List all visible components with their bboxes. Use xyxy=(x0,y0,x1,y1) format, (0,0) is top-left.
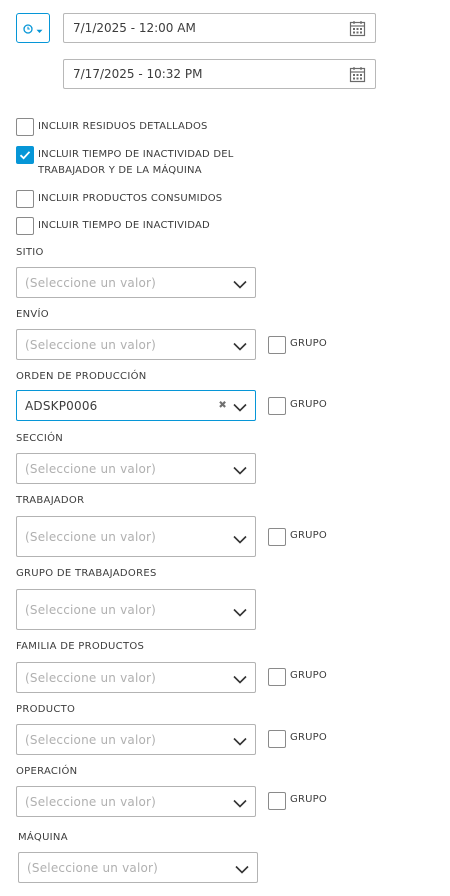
chevron-down-icon xyxy=(233,464,247,478)
section-label: SECCIÓN xyxy=(16,433,64,444)
worker-placeholder: (Seleccione un valor) xyxy=(25,529,157,544)
chevron-down-icon xyxy=(233,606,247,620)
production-order-label: ORDEN DE PRODUCCIÓN xyxy=(16,371,147,382)
product-select[interactable]: (Seleccione un valor) xyxy=(16,724,256,755)
product-family-label: FAMILIA DE PRODUCTOS xyxy=(16,641,145,652)
product-family-group-label: GRUPO xyxy=(290,670,327,681)
include-idle-time-label: INCLUIR TIEMPO DE INACTIVIDAD xyxy=(38,220,210,231)
caret-down-icon xyxy=(36,19,43,38)
checkmark-icon xyxy=(17,147,33,163)
worker-label: TRABAJADOR xyxy=(16,495,85,506)
worker-group-checkbox[interactable] xyxy=(268,528,286,546)
operation-group-label: GRUPO xyxy=(290,794,327,805)
production-order-group-label: GRUPO xyxy=(290,399,327,410)
include-detailed-waste-checkbox[interactable] xyxy=(16,118,34,136)
operation-select[interactable]: (Seleccione un valor) xyxy=(16,786,256,817)
chevron-down-icon xyxy=(235,863,249,877)
site-label: SITIO xyxy=(16,247,44,258)
include-idle-time-checkbox[interactable] xyxy=(16,217,34,235)
label-line-1: INCLUIR TIEMPO DE INACTIVIDAD DEL xyxy=(38,149,234,160)
product-placeholder: (Seleccione un valor) xyxy=(25,732,157,747)
calendar-icon[interactable] xyxy=(349,66,366,86)
end-date-input[interactable]: 7/17/2025 - 10:32 PM xyxy=(63,59,376,89)
section-select[interactable]: (Seleccione un valor) xyxy=(16,453,256,484)
worker-group-select[interactable]: (Seleccione un valor) xyxy=(16,589,256,630)
worker-group-label: GRUPO xyxy=(290,530,327,541)
product-group-checkbox[interactable] xyxy=(268,730,286,748)
operation-group-checkbox[interactable] xyxy=(268,792,286,810)
include-detailed-waste-label: INCLUIR RESIDUOS DETALLADOS xyxy=(38,121,208,132)
include-idle-time-worker-machine-checkbox[interactable] xyxy=(16,146,34,164)
operation-label: OPERACIÓN xyxy=(16,766,78,777)
include-consumed-products-label: INCLUIR PRODUCTOS CONSUMIDOS xyxy=(38,193,223,204)
clock-icon xyxy=(23,19,33,38)
section-placeholder: (Seleccione un valor) xyxy=(25,461,157,476)
machine-placeholder: (Seleccione un valor) xyxy=(27,860,159,875)
machine-select[interactable]: (Seleccione un valor) xyxy=(18,852,258,883)
production-order-value: ADSKP0006 xyxy=(25,398,98,413)
shipment-group-checkbox[interactable] xyxy=(268,336,286,354)
site-select[interactable]: (Seleccione un valor) xyxy=(16,267,256,298)
worker-select[interactable]: (Seleccione un valor) xyxy=(16,516,256,557)
clear-icon[interactable]: ✖ xyxy=(218,400,227,411)
chevron-down-icon xyxy=(233,278,247,292)
time-mode-dropdown-button[interactable] xyxy=(16,13,50,43)
site-placeholder: (Seleccione un valor) xyxy=(25,275,157,290)
product-group-label: GRUPO xyxy=(290,732,327,743)
calendar-icon[interactable] xyxy=(349,20,366,40)
chevron-down-icon xyxy=(233,735,247,749)
product-family-group-checkbox[interactable] xyxy=(268,668,286,686)
product-family-placeholder: (Seleccione un valor) xyxy=(25,670,157,685)
machine-label: MÁQUINA xyxy=(18,832,68,843)
chevron-down-icon xyxy=(233,340,247,354)
label-line-2: TRABAJADOR Y DE LA MÁQUINA xyxy=(38,165,202,176)
chevron-down-icon xyxy=(233,673,247,687)
chevron-down-icon xyxy=(233,797,247,811)
product-label: PRODUCTO xyxy=(16,704,76,715)
shipment-group-label: GRUPO xyxy=(290,338,327,349)
shipment-select[interactable]: (Seleccione un valor) xyxy=(16,329,256,360)
production-order-group-checkbox[interactable] xyxy=(268,397,286,415)
start-date-input[interactable]: 7/1/2025 - 12:00 AM xyxy=(63,13,376,43)
shipment-placeholder: (Seleccione un valor) xyxy=(25,337,157,352)
include-consumed-products-checkbox[interactable] xyxy=(16,190,34,208)
start-date-value: 7/1/2025 - 12:00 AM xyxy=(73,21,196,35)
operation-placeholder: (Seleccione un valor) xyxy=(25,794,157,809)
production-order-select[interactable]: ADSKP0006 ✖ xyxy=(16,390,256,421)
worker-group-placeholder: (Seleccione un valor) xyxy=(25,602,157,617)
chevron-down-icon xyxy=(233,533,247,547)
chevron-down-icon xyxy=(233,401,247,415)
product-family-select[interactable]: (Seleccione un valor) xyxy=(16,662,256,693)
shipment-label: ENVÍO xyxy=(16,309,49,320)
include-idle-time-worker-machine-label: INCLUIR TIEMPO DE INACTIVIDAD DEL TRABAJ… xyxy=(38,147,234,179)
worker-group-field-label: GRUPO DE TRABAJADORES xyxy=(16,568,157,579)
end-date-value: 7/17/2025 - 10:32 PM xyxy=(73,67,203,81)
